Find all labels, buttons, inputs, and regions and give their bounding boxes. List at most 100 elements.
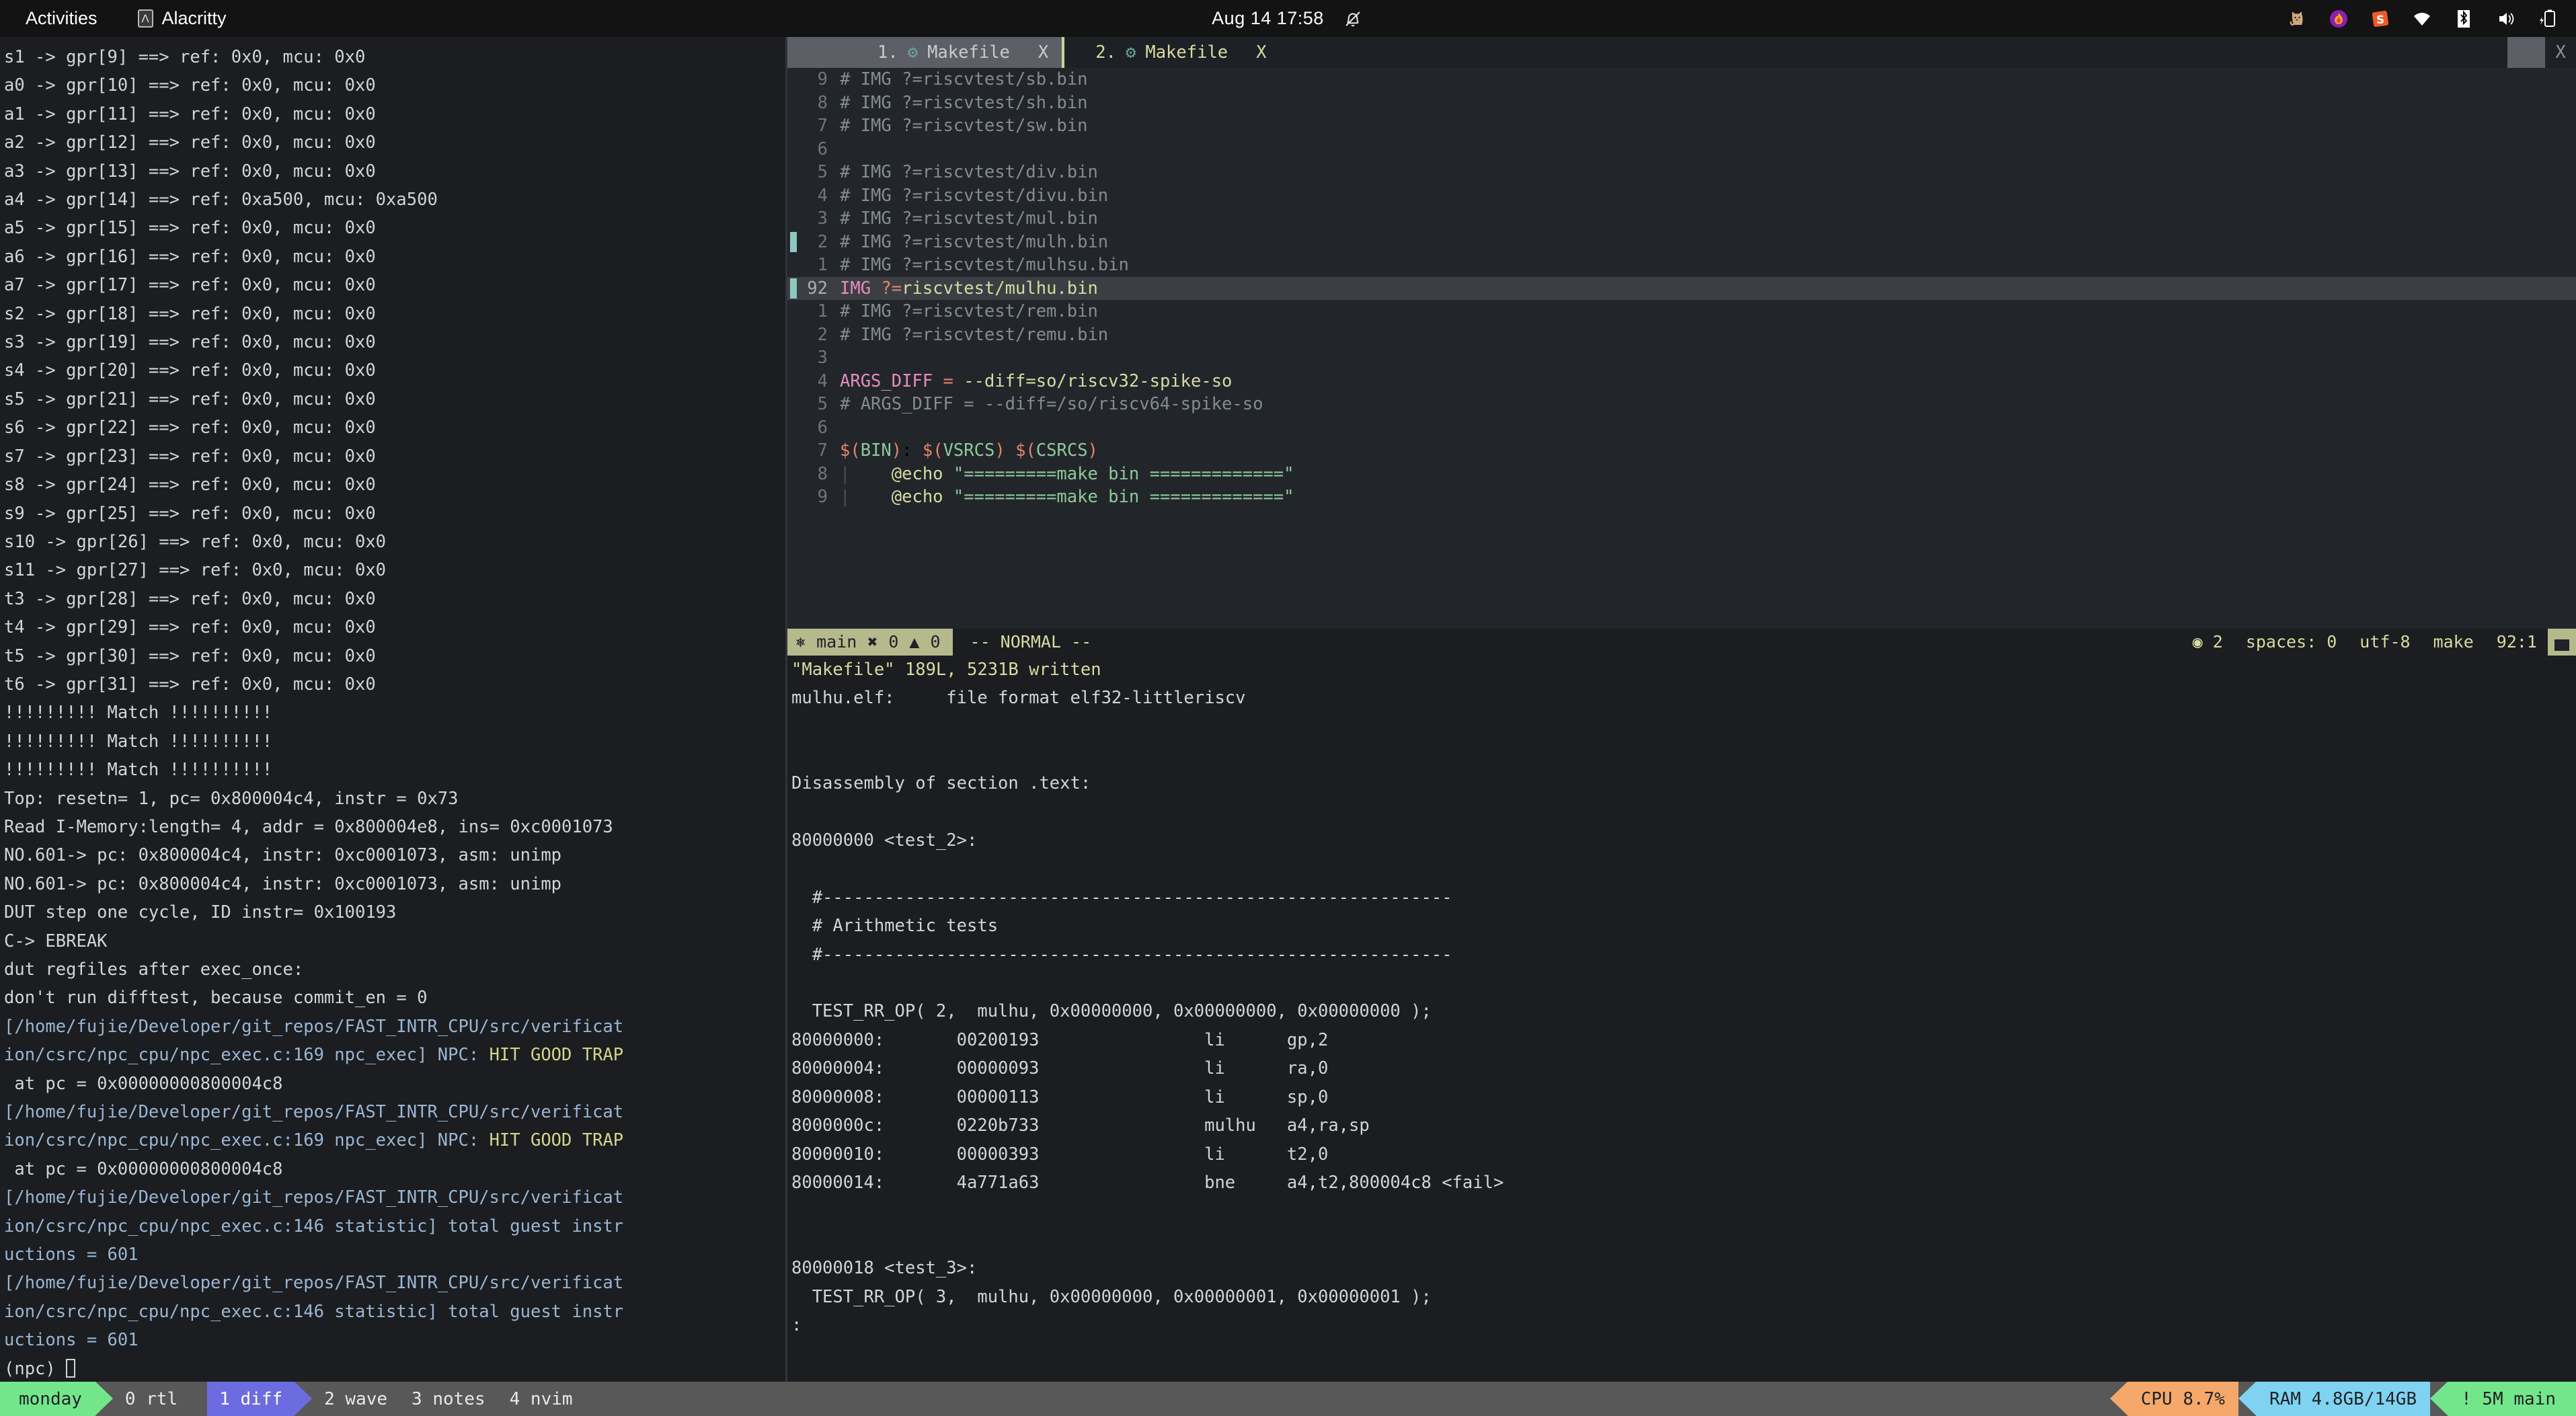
buffer-line[interactable]: 6: [787, 138, 2576, 161]
line-number: 5: [817, 394, 828, 414]
tmux-window-list[interactable]: 0 rtl 1 diff 2 wave 3 notes 4 nvim: [113, 1382, 585, 1416]
line-number: 9: [817, 69, 828, 89]
window-arrow-right: [295, 1382, 313, 1415]
cat-icon[interactable]: [2286, 7, 2308, 30]
buffer-line[interactable]: 8 | @echo "=========make bin ============…: [787, 463, 2576, 486]
mode-indicator: -- NORMAL --: [970, 632, 1092, 652]
line-text: | @echo "=========make bin =============…: [840, 463, 1294, 484]
gitsign-marker: [790, 208, 797, 229]
tmux-window-2[interactable]: 2 wave: [312, 1382, 399, 1416]
tmux-window-4[interactable]: 4 nvim: [498, 1382, 585, 1416]
buffer-line[interactable]: 8 # IMG ?=riscvtest/sh.bin: [787, 91, 2576, 115]
buffer-line[interactable]: 3: [787, 346, 2576, 370]
tab-makefile-1[interactable]: 1. ⚙ Makefile X: [864, 37, 1065, 68]
tab-2-close-icon[interactable]: X: [1256, 42, 1266, 63]
buffer-line[interactable]: 6: [787, 416, 2576, 440]
gitsign-marker: [790, 69, 797, 89]
buffer-line[interactable]: 9 # IMG ?=riscvtest/sb.bin: [787, 68, 2576, 91]
wifi-icon[interactable]: [2411, 7, 2433, 30]
tmux-pane-left-simulator-log[interactable]: s1 -> gpr[9] ==> ref: 0x0, mcu: 0x0 a0 -…: [0, 37, 785, 1382]
line-number: 1: [817, 255, 828, 275]
buffer-icon: ◉: [2192, 632, 2203, 652]
tab-1-close-icon[interactable]: X: [1038, 42, 1048, 63]
statusline-right-group: ◉ 2 spaces: 0 utf-8 make 92:1: [2193, 629, 2548, 656]
git-arrow: [2430, 1382, 2448, 1415]
neovim-message-line: "Makefile" 189L, 5231B written: [791, 660, 1101, 680]
neovim-statusline: ⎈ main ✖ 0 ▲ 0 -- NORMAL -- ◉ 2 spaces: …: [787, 629, 2576, 656]
encoding-indicator: utf-8: [2359, 632, 2411, 652]
line-number: 1: [817, 301, 828, 321]
app-menu-alacritty[interactable]: Λ Alacritty: [137, 8, 227, 29]
tabline-close-icon[interactable]: X: [2545, 37, 2576, 68]
line-text: ARGS_DIFF = --diff=so/riscv32-spike-so: [840, 370, 1233, 391]
line-number: 8: [817, 92, 828, 113]
buffer-line[interactable]: 4 ARGS_DIFF = --diff=so/riscv32-spike-so: [787, 370, 2576, 393]
line-text: # IMG ?=riscvtest/rem.bin: [840, 301, 1098, 321]
line-number: 7: [817, 116, 828, 136]
gitsign-marker: [790, 186, 797, 206]
line-text: # IMG ?=riscvtest/div.bin: [840, 162, 1098, 182]
line-text: # ARGS_DIFF = --diff=/so/riscv64-spike-s…: [840, 394, 1263, 414]
line-number: 8: [817, 463, 828, 484]
tmux-pane-right[interactable]: 1. ⚙ Makefile X 2. ⚙ Makefile X X 9 # IMG…: [787, 37, 2576, 1382]
gitsign-marker: [790, 255, 797, 275]
line-number: 2: [817, 324, 828, 345]
spaces-indicator: spaces: 0: [2245, 632, 2337, 652]
gitsign-marker: [790, 464, 797, 484]
buffer-line[interactable]: 7 $(BIN): $(VSRCS) $(CSRCS): [787, 439, 2576, 463]
buffer-line[interactable]: 1 # IMG ?=riscvtest/mulhsu.bin: [787, 253, 2576, 277]
buffer-line[interactable]: 2 # IMG ?=riscvtest/remu.bin: [787, 323, 2576, 347]
tab-1-index: 1.: [877, 42, 898, 63]
buffer-line[interactable]: 7 # IMG ?=riscvtest/sw.bin: [787, 114, 2576, 138]
bell-muted-icon[interactable]: [1341, 7, 1364, 30]
tmux-window-1[interactable]: 1 diff: [207, 1382, 295, 1416]
neovim-buffer[interactable]: 9 # IMG ?=riscvtest/sb.bin 8 # IMG ?=riscvt…: [787, 68, 2576, 629]
buffer-line-current[interactable]: 92 IMG ?=riscvtest/mulhu.bin: [787, 276, 2576, 300]
gear-icon: ⚙: [1125, 42, 1136, 63]
line-number: 9: [817, 487, 828, 507]
flame-icon[interactable]: [2327, 7, 2350, 30]
bluetooth-icon[interactable]: [2452, 7, 2475, 30]
line-number: 4: [817, 370, 828, 391]
buffer-line[interactable]: 2 # IMG ?=riscvtest/mulh.bin: [787, 231, 2576, 254]
filetype-indicator: make: [2433, 632, 2474, 652]
gitsign-marker: [790, 348, 797, 368]
tab-makefile-2[interactable]: 2. ⚙ Makefile X: [1064, 37, 1280, 68]
line-text: # IMG ?=riscvtest/mulh.bin: [840, 231, 1109, 252]
line-text: $(BIN): $(VSRCS) $(CSRCS): [840, 440, 1098, 461]
tabline-left-pad: [787, 37, 864, 68]
sublime-s-icon[interactable]: S: [2369, 7, 2392, 30]
tmux-window-3[interactable]: 3 notes: [399, 1382, 498, 1416]
buffer-icon-group: ◉ 2: [2193, 629, 2223, 656]
buffer-line[interactable]: 3 # IMG ?=riscvtest/mul.bin: [787, 207, 2576, 231]
gitsign-marker: [790, 93, 797, 113]
neovim-tabline[interactable]: 1. ⚙ Makefile X 2. ⚙ Makefile X X: [787, 37, 2576, 68]
svg-text:S: S: [2376, 13, 2384, 27]
statusline-branch-group[interactable]: ⎈ main ✖ 0 ▲ 0: [787, 629, 953, 656]
buffer-line[interactable]: 5 # ARGS_DIFF = --diff=/so/riscv64-spike-…: [787, 393, 2576, 416]
gnome-top-bar: Activities Λ Alacritty Aug 14 17:58 S: [0, 0, 2576, 37]
gitsign-marker: [790, 394, 797, 414]
buffer-line[interactable]: 5 # IMG ?=riscvtest/div.bin: [787, 161, 2576, 184]
tmux-window-0[interactable]: 0 rtl: [113, 1382, 190, 1416]
buffer-line[interactable]: 4 # IMG ?=riscvtest/divu.bin: [787, 184, 2576, 208]
system-tray: S: [2286, 0, 2559, 37]
line-text: IMG ?=riscvtest/mulhu.bin: [840, 278, 1098, 299]
buffer-line[interactable]: 9 | @echo "=========make bin ============…: [787, 485, 2576, 509]
warning-icon: ▲: [909, 632, 920, 652]
app-menu-label: Alacritty: [161, 8, 227, 28]
tmux-session-name[interactable]: monday: [0, 1382, 95, 1416]
battery-charging-icon[interactable]: [2536, 7, 2559, 30]
warning-count: 0: [930, 632, 941, 652]
clock-label[interactable]: Aug 14 17:58: [1212, 8, 1324, 29]
tmux-status-bar: monday 0 rtl 1 diff 2 wave 3 notes 4 nvim CP…: [0, 1382, 2576, 1416]
objdump-output-pane[interactable]: mulhu.elf: file format elf32-littleriscv…: [787, 684, 2576, 1382]
tab-2-index: 2.: [1095, 42, 1116, 63]
activities-button[interactable]: Activities: [26, 8, 97, 29]
volume-icon[interactable]: [2494, 7, 2517, 30]
line-text: # IMG ?=riscvtest/divu.bin: [840, 185, 1109, 206]
buffer-line[interactable]: 1 # IMG ?=riscvtest/rem.bin: [787, 300, 2576, 323]
neovim-window[interactable]: 1. ⚙ Makefile X 2. ⚙ Makefile X X 9 # IMG…: [787, 37, 2576, 680]
branch-label: main: [816, 632, 857, 652]
cpu-usage: CPU 8.7%: [2127, 1382, 2238, 1416]
